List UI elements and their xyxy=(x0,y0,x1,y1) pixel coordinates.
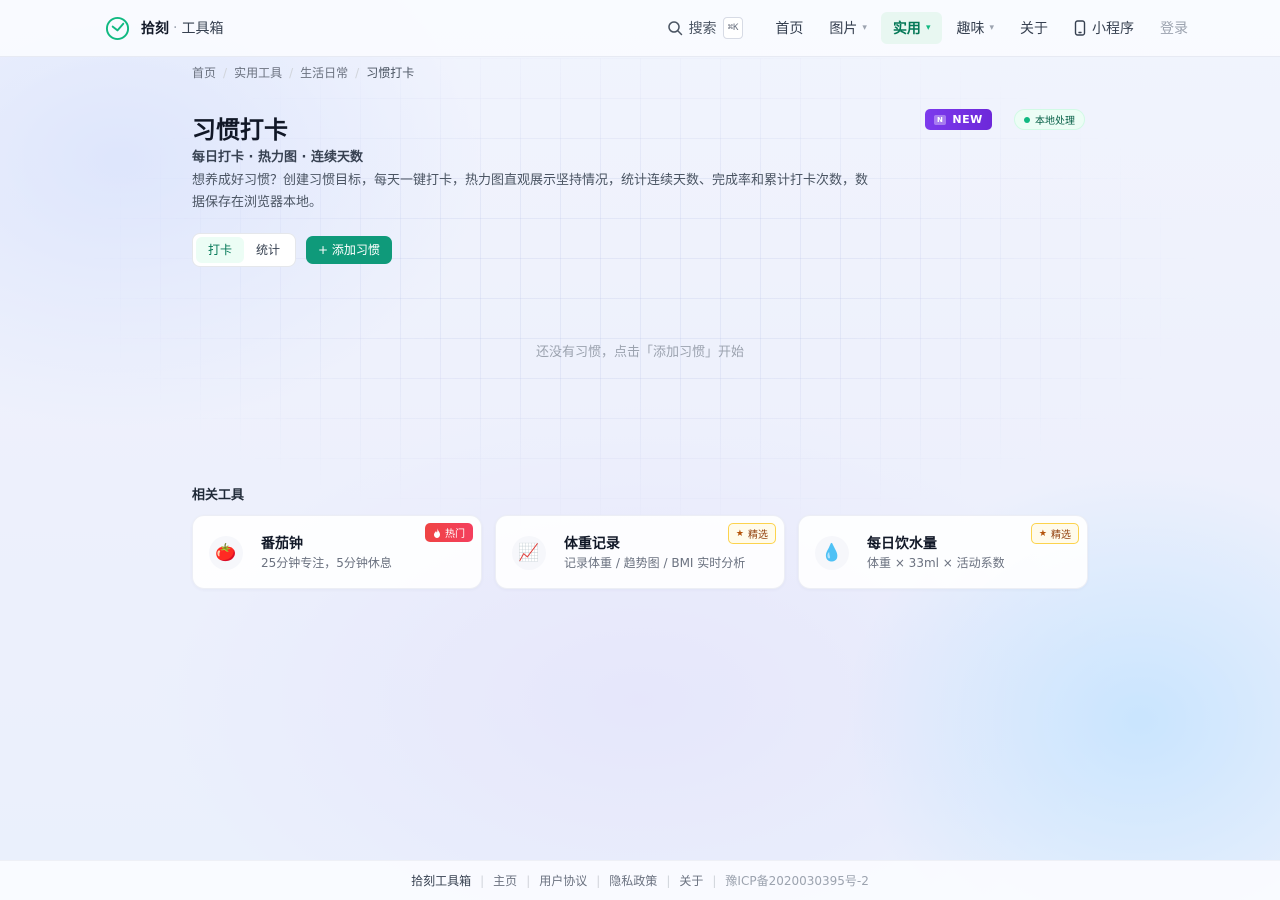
featured-tag: ★ 精选 xyxy=(1030,523,1079,544)
chevron-down-icon: ▾ xyxy=(862,23,867,33)
droplet-icon: 💧 xyxy=(815,536,849,570)
breadcrumb: 首页 / 实用工具 / 生活日常 / 习惯打卡 xyxy=(192,64,414,81)
footer-separator: | xyxy=(712,873,717,888)
chart-up-icon: 📈 xyxy=(512,536,546,570)
new-badge-icon: N xyxy=(934,114,947,125)
new-badge: N NEW xyxy=(925,109,992,130)
featured-tag: ★ 精选 xyxy=(727,523,776,544)
related-tool-name: 番茄钟 xyxy=(261,536,303,552)
featured-tag-label: 精选 xyxy=(748,530,768,541)
breadcrumb-separator: / xyxy=(289,65,294,80)
tomato-icon: 🍅 xyxy=(209,536,243,570)
related-tool-card-weight-log[interactable]: 📈 体重记录 记录体重 / 趋势图 / BMI 实时分析 ★ 精选 xyxy=(495,515,785,589)
empty-state-message: 还没有习惯，点击「添加习惯」开始 xyxy=(535,345,744,360)
page-description: 想养成好习惯？创建习惯目标，每天一键打卡，热力图直观展示坚持情况，统计连续天数、… xyxy=(192,173,869,210)
search-button[interactable]: 搜索 ⌘K xyxy=(667,17,744,39)
search-shortcut-key: ⌘K xyxy=(722,17,744,39)
chevron-down-icon: ▾ xyxy=(989,23,994,33)
main-nav: 搜索 ⌘K 首页 图片 ▾ 实用 ▾ 趣味 ▾ 关于 小程序 登录 xyxy=(667,12,1188,44)
nav-fun-dropdown[interactable]: 趣味 ▾ xyxy=(944,12,1006,44)
nav-about[interactable]: 关于 xyxy=(1008,12,1060,44)
nav-fun-label: 趣味 xyxy=(956,21,985,37)
search-label: 搜索 xyxy=(688,21,717,37)
nav-utility-label: 实用 xyxy=(892,21,921,37)
tab-checkin[interactable]: 打卡 xyxy=(196,237,245,263)
local-processing-badge: 本地处理 xyxy=(1014,109,1085,130)
flame-icon xyxy=(434,527,440,538)
breadcrumb-separator: / xyxy=(223,65,228,80)
related-tool-description: 记录体重 / 趋势图 / BMI 实时分析 xyxy=(564,556,746,570)
new-badge-label: NEW xyxy=(952,113,983,126)
star-icon: ★ xyxy=(735,528,744,539)
footer-icp-link[interactable]: 豫ICP备2020030395号-2 xyxy=(725,872,868,889)
related-tool-name: 每日饮水量 xyxy=(867,536,937,552)
hot-tag-label: 热门 xyxy=(445,529,465,540)
page-title: 习惯打卡 xyxy=(192,116,288,144)
brand-subtitle: 工具箱 xyxy=(181,21,224,37)
add-habit-button[interactable]: + 添加习惯 xyxy=(306,236,392,264)
nav-mini-program[interactable]: 小程序 xyxy=(1062,12,1146,44)
breadcrumb-item-current: 习惯打卡 xyxy=(366,66,415,80)
footer-link-privacy[interactable]: 隐私政策 xyxy=(609,872,657,889)
nav-utility-dropdown[interactable]: 实用 ▾ xyxy=(880,12,943,44)
breadcrumb-item-utility-tools[interactable]: 实用工具 xyxy=(234,64,282,81)
page-subtitle: 每日打卡 · 热力图 · 连续天数 xyxy=(192,150,363,165)
breadcrumb-item-daily-life[interactable]: 生活日常 xyxy=(300,64,348,81)
nav-about-label: 关于 xyxy=(1020,21,1048,37)
view-tabs: 打卡 统计 xyxy=(192,233,297,267)
footer: 拾刻工具箱 | 主页 | 用户协议 | 隐私政策 | 关于 | 豫ICP备202… xyxy=(0,860,1280,900)
hot-tag: 热门 xyxy=(425,523,473,542)
breadcrumb-item-home[interactable]: 首页 xyxy=(192,64,216,81)
footer-separator: | xyxy=(480,873,485,888)
featured-tag-label: 精选 xyxy=(1051,530,1071,541)
footer-separator: | xyxy=(526,873,531,888)
related-tool-name: 体重记录 xyxy=(564,536,620,552)
chevron-down-icon: ▾ xyxy=(925,23,931,33)
footer-link-about[interactable]: 关于 xyxy=(679,872,703,889)
brand-name: 拾刻 xyxy=(141,21,169,37)
nav-images-dropdown[interactable]: 图片 ▾ xyxy=(817,12,879,44)
search-icon xyxy=(667,21,682,36)
footer-brand-link[interactable]: 拾刻工具箱 xyxy=(411,872,471,889)
brand-separator: · xyxy=(173,20,178,36)
footer-separator: | xyxy=(596,873,601,888)
nav-home[interactable]: 首页 xyxy=(763,12,815,44)
top-navigation-bar: 拾刻 · 工具箱 搜索 ⌘K 首页 图片 ▾ 实用 ▾ 趣味 ▾ 关于 小程序 … xyxy=(0,0,1280,57)
status-dot-icon xyxy=(1024,116,1030,123)
related-tool-description: 25分钟专注，5分钟休息 xyxy=(261,556,392,570)
related-tools-heading: 相关工具 xyxy=(192,488,245,503)
nav-home-label: 首页 xyxy=(775,21,804,37)
brand-logo-link[interactable]: 拾刻 · 工具箱 xyxy=(105,14,223,42)
footer-link-terms[interactable]: 用户协议 xyxy=(539,872,587,889)
nav-mini-program-label: 小程序 xyxy=(1092,21,1134,37)
star-icon: ★ xyxy=(1038,528,1047,539)
login-link[interactable]: 登录 xyxy=(1160,18,1188,38)
related-tools-list: 🍅 番茄钟 25分钟专注，5分钟休息 热门 📈 体重记录 记录体重 / 趋势图 … xyxy=(192,515,1101,589)
local-processing-label: 本地处理 xyxy=(1035,116,1075,127)
clock-logo-icon xyxy=(105,16,130,40)
related-tool-card-water-intake[interactable]: 💧 每日饮水量 体重 × 33ml × 活动系数 ★ 精选 xyxy=(798,515,1088,589)
nav-images-label: 图片 xyxy=(829,21,858,37)
phone-icon xyxy=(1074,20,1086,36)
related-tool-card-pomodoro[interactable]: 🍅 番茄钟 25分钟专注，5分钟休息 热门 xyxy=(192,515,482,589)
footer-link-home[interactable]: 主页 xyxy=(493,872,517,889)
footer-separator: | xyxy=(666,873,671,888)
tab-stats[interactable]: 统计 xyxy=(244,237,292,263)
breadcrumb-separator: / xyxy=(355,65,360,80)
related-tool-description: 体重 × 33ml × 活动系数 xyxy=(867,556,1005,570)
